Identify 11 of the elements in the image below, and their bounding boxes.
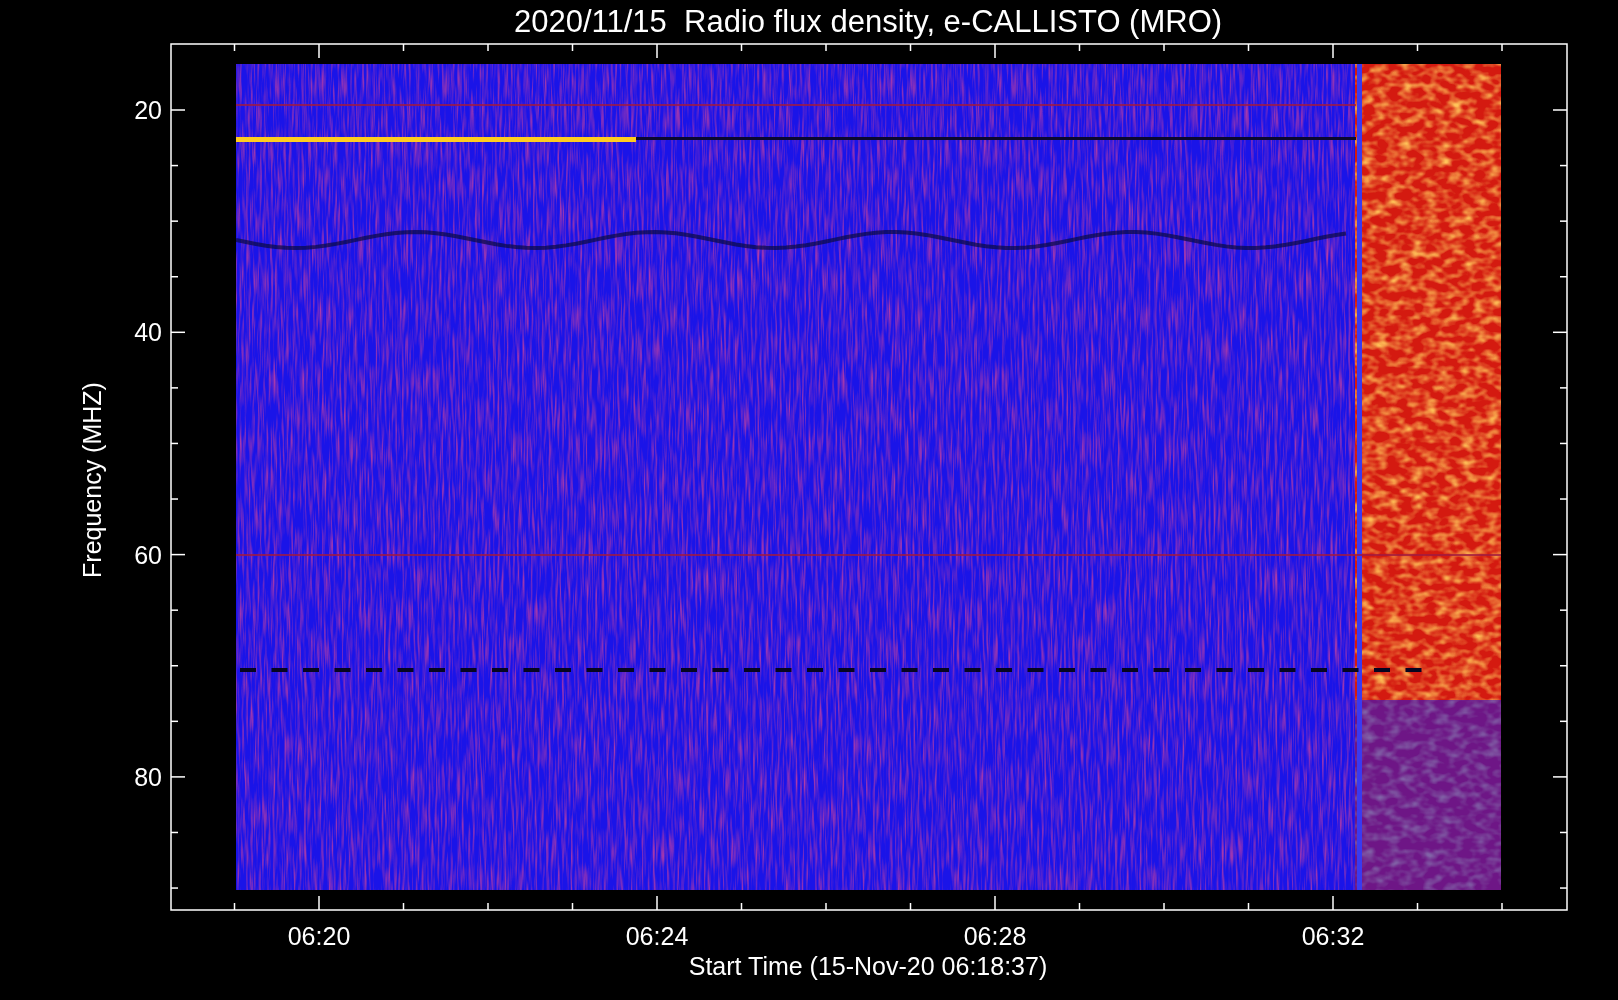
x-tick-label: 06:32 <box>1301 922 1365 950</box>
y-tick-label: 40 <box>134 318 162 347</box>
x-tick-label: 06:20 <box>287 922 351 950</box>
y-tick-label: 80 <box>134 762 162 791</box>
y-tick-label: 60 <box>134 540 162 569</box>
y-tick-label: 20 <box>134 96 162 124</box>
x-tick-label: 06:24 <box>625 922 689 950</box>
chart-title: 2020/11/15 Radio flux density, e-CALLISTO (MRO) <box>513 4 1223 39</box>
x-tick-label: 06:28 <box>963 922 1027 950</box>
x-axis-title: Start Time (15-Nov-20 06:18:37) <box>688 952 1048 980</box>
y-axis-title: Frequency (MHZ) <box>78 382 106 578</box>
